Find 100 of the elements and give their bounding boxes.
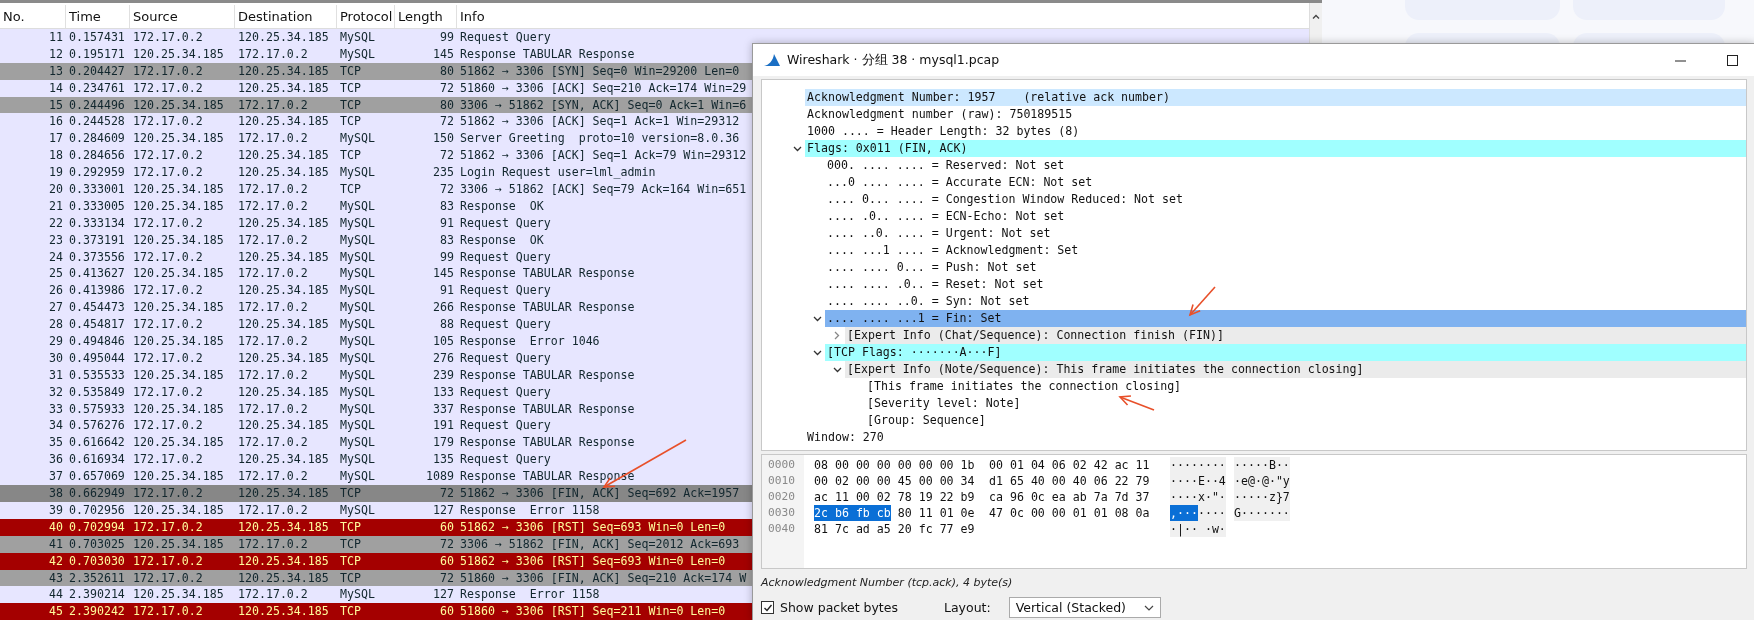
- table-cell-text: 14: [48, 79, 64, 97]
- column-header[interactable]: Protocol: [337, 5, 395, 28]
- table-cell-text: MySQL: [339, 265, 376, 283]
- table-cell-text: 120.25.34.185: [237, 79, 330, 97]
- hex-bytes[interactable]: 2c b6 fb cb: [814, 505, 891, 521]
- table-cell-text: Request Query: [459, 214, 551, 232]
- table-cell-text: 127: [432, 501, 455, 519]
- table-cell-text: Request Query: [459, 417, 551, 435]
- table-cell-text: Response TABULAR Response: [459, 434, 635, 452]
- table-cell-text: 60: [439, 603, 455, 620]
- ascii-bytes[interactable]: ·····z}7: [1234, 489, 1290, 505]
- table-cell-text: 172.17.0.2: [132, 282, 204, 300]
- table-cell-text: 172.17.0.2: [132, 79, 204, 97]
- table-cell-text: 51862 → 3306 [ACK] Seq=1 Ack=1 Win=29312: [459, 113, 740, 131]
- table-cell-text: 3306 → 51862 [SYN, ACK] Seq=0 Ack=1 Win=6: [459, 96, 747, 114]
- table-cell-text: 83: [439, 231, 455, 249]
- table-cell-text: 172.17.0.2: [237, 299, 309, 317]
- column-header[interactable]: Time: [66, 5, 130, 28]
- table-cell-text: 120.25.34.185: [132, 231, 225, 249]
- table-cell-text: 0.244496: [68, 96, 126, 114]
- column-header[interactable]: Destination: [235, 5, 337, 28]
- table-cell-text: 12: [48, 45, 64, 63]
- tree-item[interactable]: [TCP Flags: ·······A···F]: [825, 344, 1746, 361]
- packet-row[interactable]: 11 0.157431 172.17.0.2 120.25.34.185 MySQL 99 Request Query: [0, 29, 1310, 46]
- table-cell-text: 30: [48, 349, 64, 367]
- tree-item[interactable]: Acknowledgment Number: 1957 (relative ack number): [805, 89, 1746, 106]
- table-cell-text: TCP: [339, 62, 362, 80]
- table-cell-text: 172.17.0.2: [132, 518, 204, 536]
- tree-item[interactable]: Flags: 0x011 (FIN, ACK): [805, 140, 1746, 157]
- table-cell-text: 172.17.0.2: [237, 45, 309, 63]
- hex-bytes[interactable]: 47 0c 00 00 01 01 08 0a: [989, 505, 1150, 521]
- table-cell-text: TCP: [339, 113, 362, 131]
- ascii-bytes[interactable]: ····: [1197, 505, 1226, 521]
- ascii-bytes[interactable]: ····E··4: [1170, 473, 1226, 489]
- ascii-bytes[interactable]: ····x·"·: [1170, 489, 1226, 505]
- table-cell-text: 0.284656: [68, 147, 126, 165]
- checkbox[interactable]: [761, 601, 774, 614]
- table-cell-text: 72: [439, 569, 455, 587]
- table-cell-text: 120.25.34.185: [237, 383, 330, 401]
- chevron-down-icon[interactable]: [812, 349, 822, 356]
- table-cell-text: 13: [48, 62, 64, 80]
- table-cell-text: Response TABULAR Response: [459, 366, 635, 384]
- hex-bytes[interactable]: 81 7c ad a5 20 fc 77 e9: [814, 521, 975, 537]
- table-cell-text: 172.17.0.2: [132, 349, 204, 367]
- table-cell-text: 23: [48, 231, 64, 249]
- byte-offset: 0040: [767, 521, 796, 537]
- table-cell-text: Response Error 1158: [459, 586, 600, 604]
- table-cell-text: 99: [439, 29, 455, 46]
- ascii-bytes[interactable]: G·······: [1234, 505, 1290, 521]
- hex-bytes[interactable]: 80 11 01 0e: [897, 505, 975, 521]
- table-cell-text: Response TABULAR Response: [459, 265, 635, 283]
- table-cell-text: 2.390242: [68, 603, 126, 620]
- ascii-bytes[interactable]: ········: [1170, 457, 1226, 473]
- table-cell-text: 172.17.0.2: [237, 586, 309, 604]
- table-cell-text: 0.702956: [68, 501, 126, 519]
- table-cell-text: 120.25.34.185: [237, 316, 330, 334]
- table-cell-text: Request Query: [459, 316, 551, 334]
- maximize-icon: [1726, 54, 1738, 66]
- table-cell-text: 33: [48, 400, 64, 418]
- table-cell-text: 91: [439, 282, 455, 300]
- chevron-down-icon[interactable]: [792, 145, 802, 152]
- tree-item[interactable]: [Expert Info (Chat/Sequence): Connection finish (FIN)]: [845, 327, 1746, 344]
- table-cell-text: 3306 → 51862 [ACK] Seq=79 Ack=164 Win=651: [459, 181, 747, 198]
- table-cell-text: MySQL: [339, 383, 376, 401]
- table-cell-text: 120.25.34.185: [237, 417, 330, 435]
- ascii-bytes[interactable]: ,···: [1170, 505, 1198, 521]
- table-cell-text: 172.17.0.2: [132, 62, 204, 80]
- column-header[interactable]: No.: [0, 5, 66, 28]
- tree-item[interactable]: .... .... ...1 = Fin: Set: [825, 310, 1746, 327]
- table-cell-text: 88: [439, 316, 455, 334]
- table-cell-text: 0.373556: [68, 248, 126, 266]
- table-cell-text: Response Error 1158: [459, 501, 600, 519]
- column-header[interactable]: Length: [395, 5, 457, 28]
- table-cell-text: 1089: [425, 468, 455, 486]
- table-cell-text: Response TABULAR Response: [459, 400, 635, 418]
- table-cell-text: 0.494846: [68, 333, 126, 350]
- table-cell-text: 0.703030: [68, 552, 126, 570]
- chevron-down-icon[interactable]: [812, 315, 822, 322]
- table-cell-text: 42: [48, 552, 64, 570]
- table-cell-text: 191: [432, 417, 455, 435]
- table-cell-text: 105: [432, 333, 455, 350]
- ascii-bytes[interactable]: ·····B··: [1234, 457, 1290, 473]
- chevron-right-icon[interactable]: [834, 331, 840, 340]
- tree-item[interactable]: [Expert Info (Note/Sequence): This frame initiates the connection closing]: [845, 361, 1746, 378]
- table-cell-text: 0.616934: [68, 451, 126, 469]
- chevron-down-icon[interactable]: [832, 366, 842, 373]
- column-header[interactable]: Source: [130, 5, 235, 28]
- table-cell-text: 51860 → 3306 [ACK] Seq=210 Ack=174 Win=29: [459, 79, 747, 97]
- table-cell-text: 133: [432, 383, 455, 401]
- ascii-bytes[interactable]: ·e@·@·"y: [1234, 473, 1290, 489]
- table-cell-text: 51862 → 3306 [ACK] Seq=1 Ack=79 Win=29312: [459, 147, 747, 165]
- table-cell-text: 172.17.0.2: [237, 434, 309, 452]
- table-cell-text: TCP: [339, 535, 362, 553]
- ascii-bytes[interactable]: ·|·· ·w·: [1170, 521, 1226, 537]
- table-cell-text: 172.17.0.2: [237, 130, 309, 148]
- table-cell-text: 120.25.34.185: [132, 45, 225, 63]
- table-cell-text: 120.25.34.185: [237, 29, 330, 46]
- table-cell-text: TCP: [339, 552, 362, 570]
- layout-select[interactable]: Vertical (Stacked): [1008, 597, 1161, 618]
- table-cell-text: 40: [48, 518, 64, 536]
